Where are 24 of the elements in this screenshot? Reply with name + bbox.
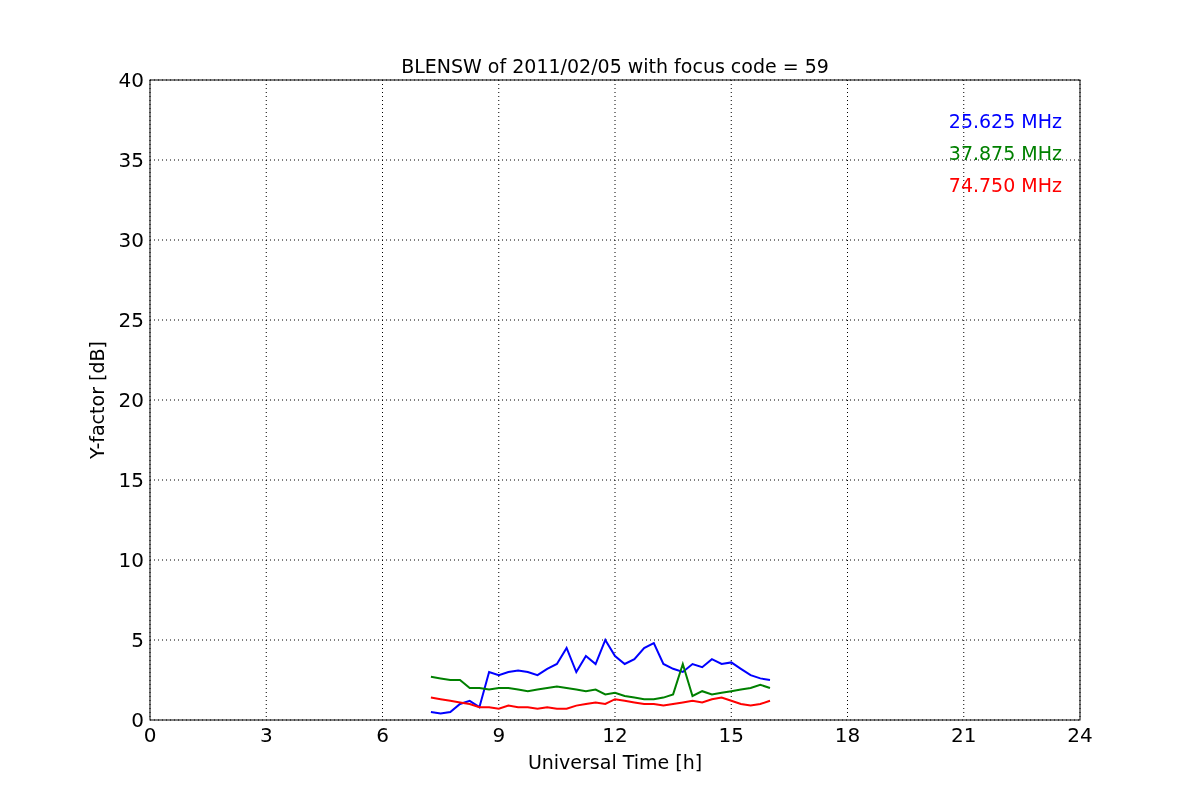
x-tick-label: 9 xyxy=(492,723,506,747)
x-tick-label: 0 xyxy=(143,723,157,747)
y-tick-label: 15 xyxy=(118,468,144,492)
y-tick-label: 0 xyxy=(131,708,144,732)
y-tick-label: 35 xyxy=(118,148,144,172)
y-axis-label: Y-factor [dB] xyxy=(86,341,108,459)
x-tick-label: 3 xyxy=(259,723,273,747)
x-tick-label: 12 xyxy=(602,723,628,747)
chart-title: BLENSW of 2011/02/05 with focus code = 59 xyxy=(401,55,829,77)
x-tick-label: 15 xyxy=(718,723,744,747)
x-tick-label: 24 xyxy=(1067,723,1093,747)
y-tick-label: 10 xyxy=(118,548,144,572)
y-tick-label: 30 xyxy=(118,228,144,252)
y-tick-label: 25 xyxy=(118,308,144,332)
y-tick-label: 5 xyxy=(131,628,144,652)
legend-label: 37.875 MHz xyxy=(948,142,1062,164)
x-tick-label: 6 xyxy=(376,723,389,747)
x-axis-label: Universal Time [h] xyxy=(527,751,703,773)
y-tick-label: 40 xyxy=(118,68,144,92)
x-tick-label: 18 xyxy=(834,723,861,747)
legend-label: 74.750 MHz xyxy=(948,174,1062,196)
x-tick-label: 21 xyxy=(951,723,977,747)
legend-label: 25.625 MHz xyxy=(948,110,1062,132)
y-tick-label: 20 xyxy=(118,388,144,412)
